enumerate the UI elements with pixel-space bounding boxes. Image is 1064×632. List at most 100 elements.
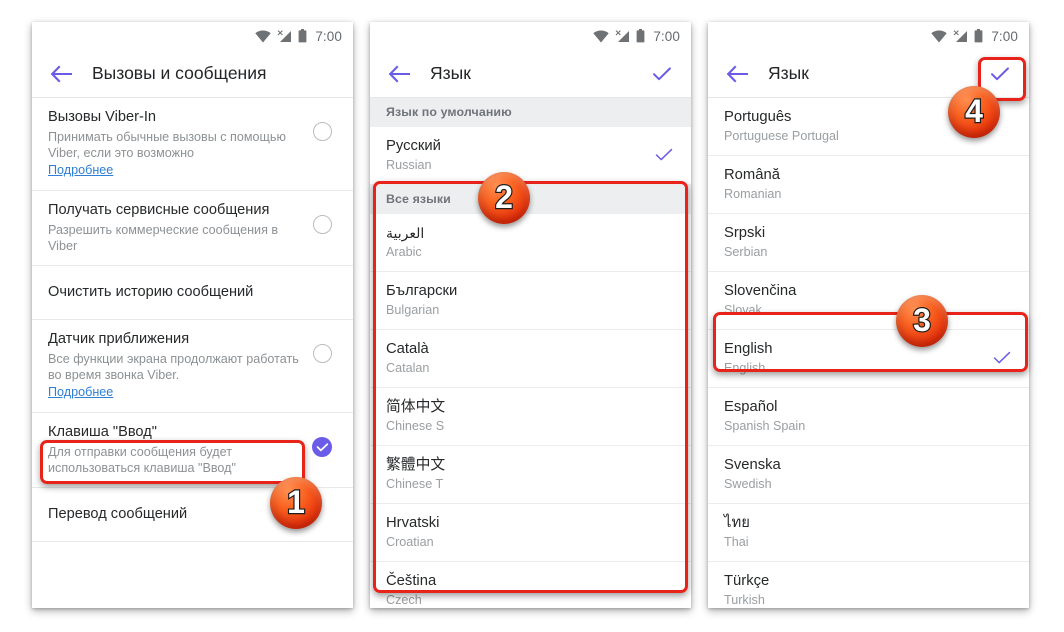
language-row[interactable]: Español Spanish Spain bbox=[708, 388, 1029, 446]
language-english-name: Slovak bbox=[724, 303, 762, 317]
section-header-all-languages: Все языки bbox=[370, 185, 691, 214]
language-native-name: Català bbox=[386, 341, 429, 357]
status-bar-time: 7:00 bbox=[315, 28, 342, 44]
language-english-name: Croatian bbox=[386, 535, 434, 549]
signal-off-icon bbox=[953, 29, 968, 42]
status-bar-time: 7:00 bbox=[653, 28, 680, 44]
setting-subtitle: Все функции экрана продолжают работать в… bbox=[48, 352, 299, 382]
wifi-icon bbox=[931, 30, 948, 42]
setting-control bbox=[305, 283, 339, 297]
language-native-name: Čeština bbox=[386, 573, 437, 589]
language-english-name: Arabic bbox=[386, 245, 422, 259]
language-english-name: Portuguese Portugal bbox=[724, 129, 839, 143]
page-title: Вызовы и сообщения bbox=[92, 63, 267, 83]
step-badge-2: 2 bbox=[478, 172, 530, 224]
back-arrow-icon[interactable] bbox=[48, 61, 74, 87]
language-native-name: Български bbox=[386, 283, 458, 299]
battery-icon bbox=[298, 29, 307, 43]
language-row[interactable]: 繁體中文 Chinese T bbox=[370, 446, 691, 504]
radio-unchecked-icon[interactable] bbox=[312, 122, 332, 141]
language-english-name: Russian bbox=[386, 158, 432, 172]
language-row[interactable]: Srpski Serbian bbox=[708, 214, 1029, 272]
setting-title: Получать сервисные сообщения bbox=[48, 202, 270, 218]
setting-control[interactable] bbox=[305, 201, 339, 234]
language-english-name: Turkish bbox=[724, 593, 765, 607]
setting-control[interactable] bbox=[305, 330, 339, 363]
checkbox-checked-icon[interactable] bbox=[312, 437, 332, 457]
status-bar: 7:00 bbox=[32, 22, 353, 50]
setting-title: Перевод сообщений bbox=[48, 506, 188, 522]
language-row[interactable]: ไทย Thai bbox=[708, 504, 1029, 562]
language-english-name: Serbian bbox=[724, 245, 768, 259]
setting-title: Очистить историю сообщений bbox=[48, 284, 254, 300]
battery-icon bbox=[974, 29, 983, 43]
status-bar: 7:00 bbox=[708, 22, 1029, 50]
screenshot-stage: 7:00 Вызовы и сообщения Вызовы Viber-In … bbox=[0, 0, 1064, 632]
page-title: Язык bbox=[768, 63, 809, 83]
status-bar: 7:00 bbox=[370, 22, 691, 50]
selected-check-icon bbox=[651, 148, 677, 162]
language-english-name: Romanian bbox=[724, 187, 782, 201]
setting-subtitle: Разрешить коммерческие сообщения в Viber bbox=[48, 223, 279, 253]
language-row[interactable]: Català Catalan bbox=[370, 330, 691, 388]
language-row[interactable]: Slovenčina Slovak bbox=[708, 272, 1029, 330]
selected-check-icon bbox=[989, 351, 1015, 365]
language-english-name: Swedish bbox=[724, 477, 772, 491]
step-badge-1: 1 bbox=[270, 477, 322, 529]
language-english-name: Bulgarian bbox=[386, 303, 440, 317]
setting-title: Датчик приближения bbox=[48, 331, 190, 347]
language-native-name: 简体中文 bbox=[386, 399, 446, 415]
language-row[interactable]: 简体中文 Chinese S bbox=[370, 388, 691, 446]
radio-unchecked-icon[interactable] bbox=[312, 215, 332, 234]
setting-row-service-messages[interactable]: Получать сервисные сообщения Разрешить к… bbox=[32, 191, 353, 266]
language-row[interactable]: Čeština Czech bbox=[370, 562, 691, 608]
radio-unchecked-icon[interactable] bbox=[312, 344, 332, 363]
setting-row-proximity-sensor[interactable]: Датчик приближения Все функции экрана пр… bbox=[32, 320, 353, 413]
language-native-name: Русский bbox=[386, 138, 441, 154]
learn-more-link[interactable]: Подробнее bbox=[48, 162, 113, 178]
learn-more-link[interactable]: Подробнее bbox=[48, 384, 113, 400]
setting-row-enter-key[interactable]: Клавиша "Ввод" Для отправки сообщения бу… bbox=[32, 413, 353, 488]
language-row-english[interactable]: English English bbox=[708, 330, 1029, 388]
language-native-name: Srpski bbox=[724, 225, 766, 241]
language-english-name: Thai bbox=[724, 535, 749, 549]
setting-row-clear-history[interactable]: Очистить историю сообщений bbox=[32, 266, 353, 320]
language-english-name: Chinese S bbox=[386, 419, 445, 433]
language-native-name: العربية bbox=[386, 225, 425, 241]
language-row[interactable]: Türkçe Turkish bbox=[708, 562, 1029, 608]
setting-title: Клавиша "Ввод" bbox=[48, 424, 157, 440]
language-native-name: Türkçe bbox=[724, 573, 770, 589]
confirm-check-icon[interactable] bbox=[647, 59, 677, 89]
language-row[interactable]: Svenska Swedish bbox=[708, 446, 1029, 504]
appbar-panel2: Язык bbox=[370, 50, 691, 97]
setting-control[interactable] bbox=[305, 108, 339, 141]
confirm-check-icon[interactable] bbox=[985, 59, 1015, 89]
setting-subtitle: Для отправки сообщения будет использоват… bbox=[48, 445, 236, 475]
setting-control[interactable] bbox=[305, 423, 339, 457]
language-native-name: Español bbox=[724, 399, 778, 415]
appbar-panel1: Вызовы и сообщения bbox=[32, 50, 353, 97]
language-native-name: Svenska bbox=[724, 457, 781, 473]
section-header-default-language: Язык по умолчанию bbox=[370, 98, 691, 127]
signal-off-icon bbox=[615, 29, 630, 42]
language-native-name: 繁體中文 bbox=[386, 457, 446, 473]
language-row[interactable]: Română Romanian bbox=[708, 156, 1029, 214]
setting-title: Вызовы Viber-In bbox=[48, 109, 156, 125]
language-row[interactable]: Български Bulgarian bbox=[370, 272, 691, 330]
step-badge-3: 3 bbox=[896, 295, 948, 347]
language-english-name: Catalan bbox=[386, 361, 430, 375]
language-english-name: Chinese T bbox=[386, 477, 444, 491]
settings-list: Вызовы Viber-In Принимать обычные вызовы… bbox=[32, 98, 353, 542]
back-arrow-icon[interactable] bbox=[724, 61, 750, 87]
language-row[interactable]: العربية Arabic bbox=[370, 214, 691, 272]
language-row[interactable]: Hrvatski Croatian bbox=[370, 504, 691, 562]
page-title: Язык bbox=[430, 63, 471, 83]
language-row-default[interactable]: Русский Russian bbox=[370, 127, 691, 185]
battery-icon bbox=[636, 29, 645, 43]
language-native-name: ไทย bbox=[724, 515, 750, 531]
back-arrow-icon[interactable] bbox=[386, 61, 412, 87]
step-badge-4: 4 bbox=[948, 86, 1000, 138]
language-english-name: Czech bbox=[386, 593, 422, 607]
setting-row-viber-in[interactable]: Вызовы Viber-In Принимать обычные вызовы… bbox=[32, 98, 353, 191]
language-native-name: Română bbox=[724, 167, 780, 183]
